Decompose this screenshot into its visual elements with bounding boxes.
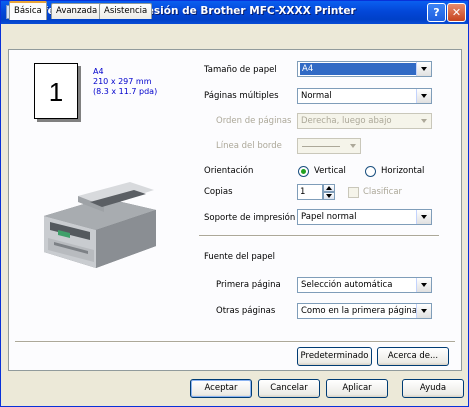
- first-page-label: Primera página: [216, 280, 281, 290]
- print-preferences-window: Preferencias de impresión de Brother MFC…: [0, 0, 469, 407]
- page-order-select[interactable]: Derecha, luego abajo: [297, 113, 432, 129]
- chevron-down-icon[interactable]: [416, 278, 431, 292]
- multiple-pages-value: Normal: [301, 91, 332, 101]
- help-button[interactable]: Ayuda: [402, 379, 464, 398]
- copies-stepper[interactable]: 1: [297, 184, 337, 200]
- arrow-up-icon[interactable]: [323, 184, 335, 192]
- paper-size-value: A4: [300, 63, 421, 75]
- orientation-label: Orientación: [204, 166, 254, 176]
- first-page-value: Selección automática: [301, 280, 393, 290]
- other-pages-value: Como en la primera página: [301, 306, 418, 316]
- multiple-pages-label: Páginas múltiples: [204, 91, 279, 101]
- collate-checkbox[interactable]: [348, 187, 359, 198]
- border-line-value: [302, 146, 340, 147]
- printer-illustration: [44, 182, 156, 268]
- tab-avanzada[interactable]: Avanzada: [51, 3, 103, 19]
- apply-button[interactable]: Aplicar: [326, 379, 388, 398]
- multiple-pages-select[interactable]: Normal: [297, 88, 432, 104]
- tab-asistencia[interactable]: Asistencia: [99, 3, 153, 19]
- tab-basica[interactable]: Básica: [9, 1, 47, 20]
- media-type-value: Papel normal: [301, 212, 357, 222]
- copies-value: 1: [300, 187, 306, 197]
- about-button[interactable]: Acerca de...: [377, 347, 449, 366]
- media-type-select[interactable]: Papel normal: [297, 209, 432, 225]
- default-button[interactable]: Predeterminado: [297, 347, 372, 366]
- page-preview: 1: [34, 63, 78, 119]
- divider: [15, 341, 455, 343]
- other-pages-select[interactable]: Como en la primera página: [297, 303, 432, 319]
- chevron-down-icon[interactable]: [416, 304, 431, 318]
- paper-name: A4: [93, 67, 104, 76]
- paper-inches: (8.3 x 11.7 pda): [93, 87, 158, 96]
- media-type-label: Soporte de impresión: [204, 213, 296, 223]
- chevron-down-icon: [345, 139, 360, 153]
- other-pages-label: Otras páginas: [216, 306, 276, 316]
- cancel-button[interactable]: Cancelar: [258, 379, 320, 398]
- collate-label: Clasificar: [363, 187, 403, 197]
- page-number: 1: [48, 77, 64, 107]
- chevron-down-icon[interactable]: [416, 89, 431, 103]
- orientation-vertical-label[interactable]: Vertical: [314, 166, 346, 176]
- chevron-down-icon[interactable]: [416, 62, 431, 76]
- copies-input[interactable]: 1: [297, 184, 323, 200]
- border-line-label: Línea del borde: [216, 141, 282, 151]
- paper-size-select[interactable]: A4: [297, 61, 432, 77]
- paper-mm: 210 x 297 mm: [93, 77, 152, 86]
- chevron-down-icon: [416, 114, 431, 128]
- orientation-horizontal-label[interactable]: Horizontal: [381, 166, 424, 176]
- arrow-down-icon[interactable]: [323, 192, 335, 200]
- accept-button[interactable]: Aceptar: [190, 379, 252, 398]
- page-order-value: Derecha, luego abajo: [301, 116, 392, 126]
- page-order-label: Orden de páginas: [216, 116, 292, 126]
- orientation-vertical-radio[interactable]: [298, 166, 309, 177]
- close-button[interactable]: ✕: [447, 3, 466, 22]
- orientation-horizontal-radio[interactable]: [365, 166, 376, 177]
- chevron-down-icon[interactable]: [416, 210, 431, 224]
- copies-label: Copias: [204, 187, 233, 197]
- paper-info: A4 210 x 297 mm (8.3 x 11.7 pda): [93, 67, 157, 97]
- paper-size-label: Tamaño de papel: [204, 65, 277, 75]
- border-line-select[interactable]: [297, 138, 361, 154]
- help-title-button[interactable]: ?: [427, 3, 446, 22]
- paper-source-label: Fuente del papel: [204, 252, 275, 262]
- first-page-select[interactable]: Selección automática: [297, 277, 432, 293]
- divider: [199, 235, 439, 237]
